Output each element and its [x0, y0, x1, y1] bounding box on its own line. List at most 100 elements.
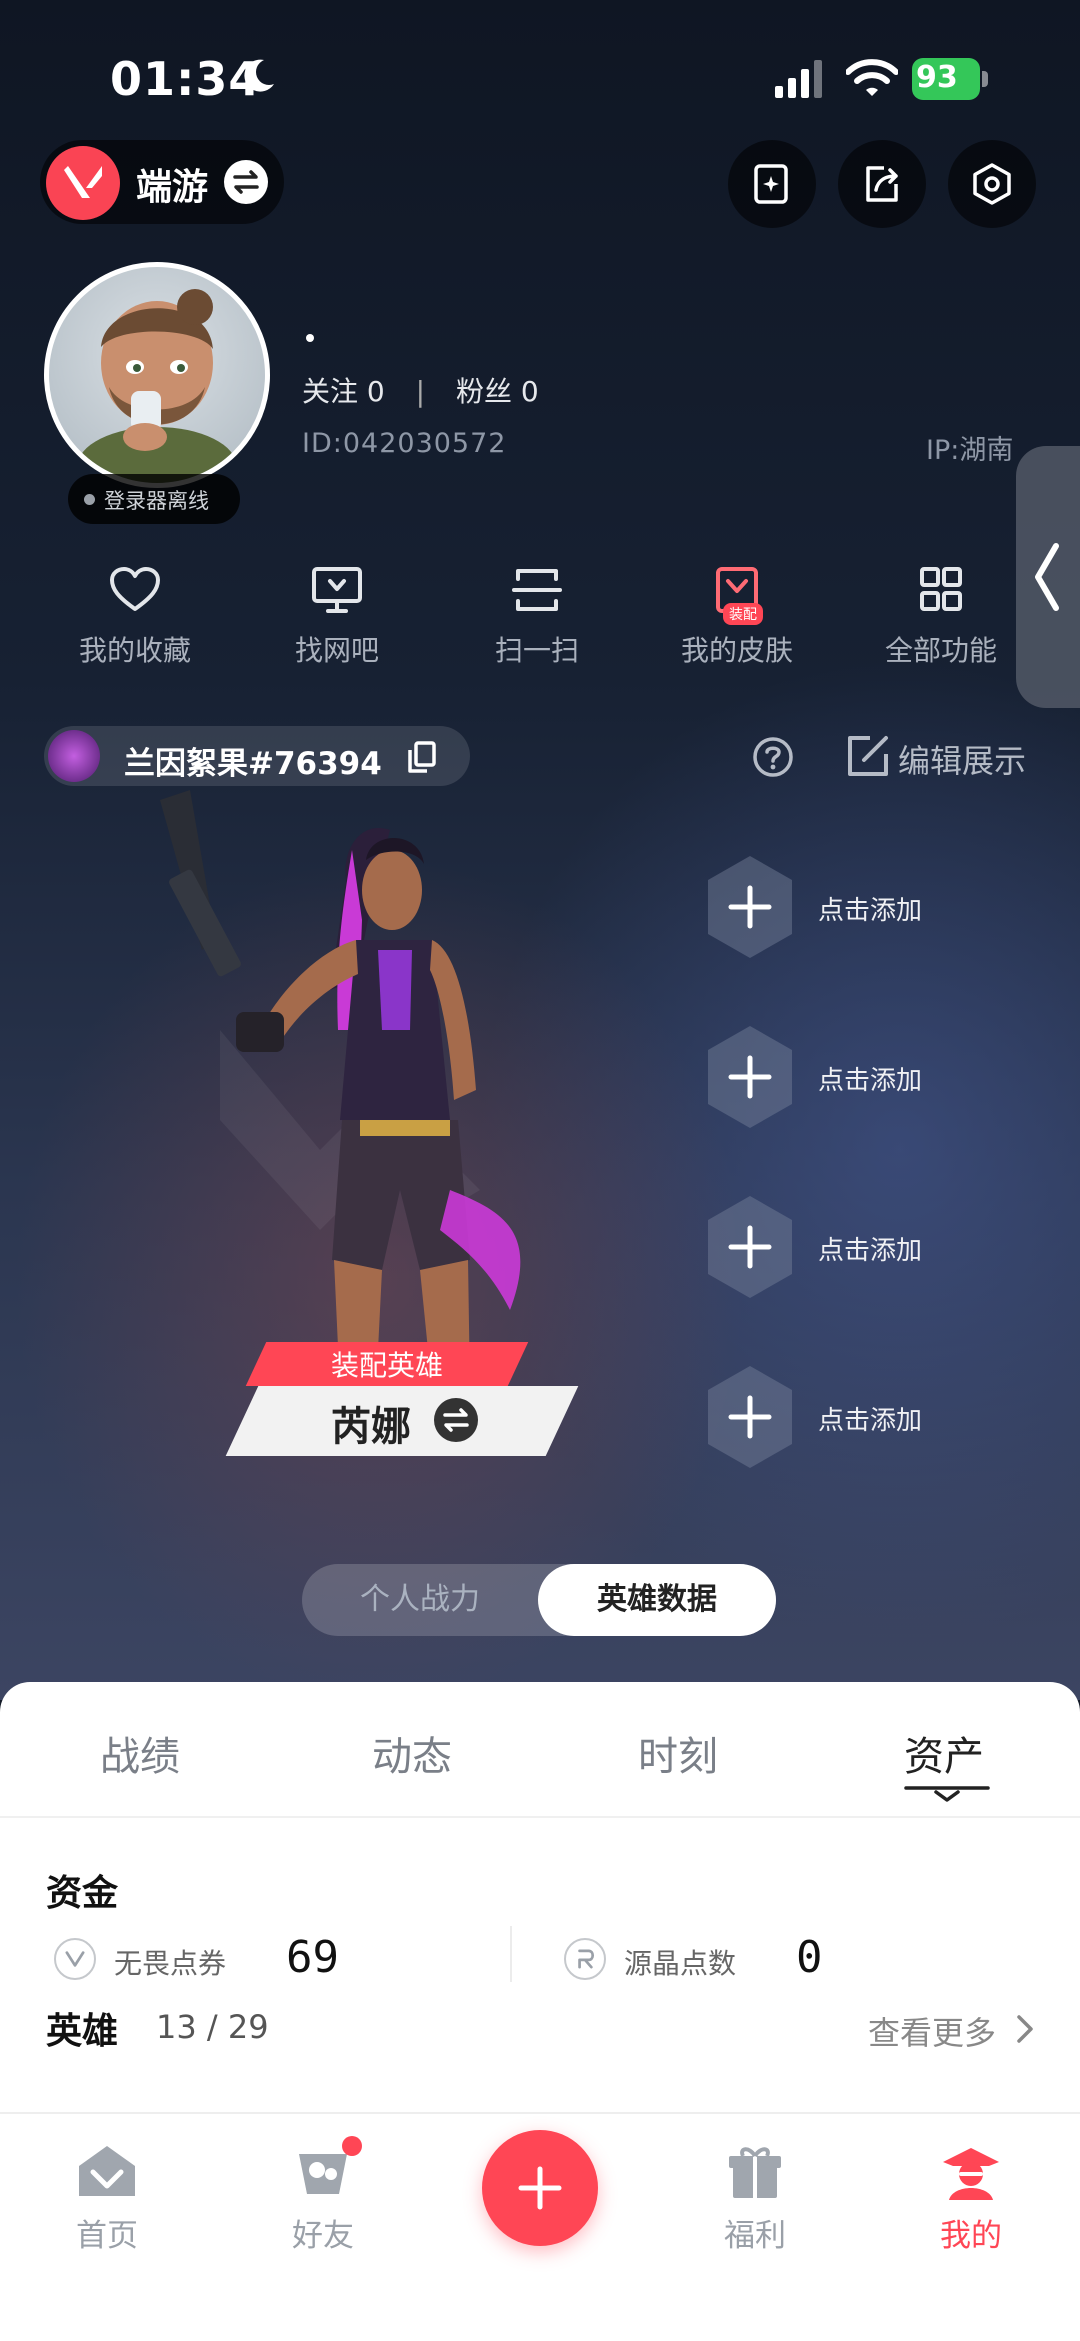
agent-profile-icon	[943, 2148, 999, 2200]
heart-icon	[110, 567, 160, 611]
grid-icon	[920, 567, 962, 611]
stats-separator: |	[415, 375, 426, 408]
add-slot[interactable]: 点击添加	[700, 1362, 960, 1472]
home-icon	[79, 2146, 135, 2196]
tab-moments[interactable]: 时刻	[588, 1724, 768, 1782]
nav-rewards[interactable]: 福利	[680, 2142, 830, 2255]
nav-label: 首页	[76, 2218, 138, 2254]
tab-assets[interactable]: 资产	[854, 1724, 1034, 1782]
follow-count[interactable]: 0	[367, 375, 385, 408]
currency-value: 69	[286, 1932, 339, 1983]
monitor-icon	[312, 567, 362, 613]
signal-icon	[775, 60, 822, 98]
hero-illustration[interactable]	[120, 790, 680, 1390]
add-slot[interactable]: 点击添加	[700, 1192, 960, 1302]
currency-label: 源晶点数	[624, 1947, 737, 1980]
edit-icon[interactable]	[846, 734, 890, 778]
scan-icon	[512, 569, 562, 611]
offline-dot	[84, 494, 95, 505]
share-icon	[866, 166, 898, 202]
nickname-dot	[306, 334, 314, 342]
player-riot-id[interactable]: 兰因絮果#76394	[44, 726, 470, 786]
nav-label: 我的	[940, 2218, 1002, 2254]
help-icon[interactable]	[752, 736, 794, 778]
segment-personal-power[interactable]: 个人战力	[302, 1564, 538, 1636]
plus-hexagon-icon	[708, 1366, 792, 1468]
plus-hexagon-icon	[708, 856, 792, 958]
currency-label: 无畏点券	[114, 1947, 227, 1980]
user-id: ID:042030572	[302, 428, 507, 459]
heroes-title: 英雄	[46, 2011, 119, 2052]
launcher-offline-badge: 登录器离线	[68, 474, 240, 524]
status-bar: 01:34 93	[0, 0, 1080, 150]
moon-icon	[244, 59, 274, 92]
see-more-link[interactable]: 查看更多	[868, 2008, 996, 2054]
nav-home[interactable]: 首页	[32, 2142, 182, 2255]
hero-name: 芮娜	[331, 1404, 411, 1450]
hero-swap-icon[interactable]	[434, 1398, 478, 1442]
add-slot-label: 点击添加	[818, 896, 923, 926]
add-slot[interactable]: 点击添加	[700, 1022, 960, 1132]
fans-label[interactable]: 粉丝	[456, 375, 512, 408]
notification-dot	[342, 2136, 362, 2156]
funds-title: 资金	[46, 1873, 119, 1914]
profile-content-panel: 战绩 动态 时刻 资产 资金 无畏点券 69 源晶点数 0 英雄 13 / 29…	[0, 1682, 1080, 2122]
follow-stats: 关注 0 | 粉丝 0	[302, 370, 539, 410]
quick-action-label: 找网吧	[294, 634, 379, 667]
quick-action-all-features[interactable]: 全部功能	[856, 565, 1026, 669]
create-post-button[interactable]	[482, 2130, 598, 2246]
currency-value: 0	[796, 1932, 823, 1983]
ip-location: IP:湖南	[926, 435, 1014, 466]
gift-icon	[729, 2147, 781, 2198]
add-slot-label: 点击添加	[818, 1406, 923, 1436]
follow-label[interactable]: 关注	[302, 375, 358, 408]
share-button[interactable]	[838, 140, 926, 228]
battery-cap	[982, 71, 988, 87]
edit-display-button[interactable]: 编辑展示	[898, 736, 1026, 782]
quick-action-label: 我的收藏	[78, 634, 191, 667]
game-name: 端游	[136, 167, 209, 208]
chevron-left-icon	[1035, 543, 1059, 611]
quick-action-internet-cafe[interactable]: 找网吧	[252, 565, 422, 669]
card-edit-button[interactable]	[728, 140, 816, 228]
quick-action-favorites[interactable]: 我的收藏	[50, 565, 220, 669]
game-switch-button[interactable]: 端游	[40, 140, 284, 224]
plus-icon	[518, 2166, 562, 2210]
add-slot[interactable]: 点击添加	[700, 852, 960, 962]
equipped-hero-tag: 装配英雄	[330, 1349, 443, 1382]
settings-button[interactable]	[948, 140, 1036, 228]
swap-icon	[224, 160, 268, 204]
player-name: 兰因絮果#76394	[124, 746, 382, 782]
quick-action-label: 全部功能	[884, 634, 997, 667]
radianite-icon	[564, 1938, 606, 1980]
quick-action-scan[interactable]: 扫一扫	[452, 565, 622, 669]
quick-action-skins[interactable]: 装配 我的皮肤	[652, 565, 822, 669]
heroes-count: 13 / 29	[156, 2008, 269, 2046]
add-slot-label: 点击添加	[818, 1236, 923, 1266]
segment-hero-data[interactable]: 英雄数据	[538, 1564, 776, 1636]
avatar-illustration	[77, 289, 237, 483]
copy-icon[interactable]	[406, 740, 438, 774]
currency-divider	[510, 1926, 512, 1982]
avatar[interactable]	[44, 262, 270, 488]
nav-friends[interactable]: 好友	[248, 2136, 398, 2255]
tab-feed[interactable]: 动态	[322, 1724, 502, 1782]
wifi-icon	[846, 59, 898, 96]
active-tab-indicator	[904, 1786, 990, 1802]
fans-count[interactable]: 0	[521, 375, 539, 408]
tab-records[interactable]: 战绩	[50, 1724, 230, 1782]
bottom-navigation: 首页 好友 福利 我的	[0, 2112, 1080, 2341]
plus-hexagon-icon	[708, 1026, 792, 1128]
plus-hexagon-icon	[708, 1196, 792, 1298]
nav-label: 好友	[292, 2218, 354, 2254]
battery-percent: 93	[916, 60, 958, 95]
stats-segment-control: 个人战力 英雄数据	[302, 1564, 776, 1636]
valorant-points-icon	[54, 1938, 96, 1980]
add-slot-label: 点击添加	[818, 1066, 923, 1096]
offline-text: 登录器离线	[104, 489, 209, 513]
equip-tag: 装配	[723, 603, 763, 625]
chevron-right-icon	[1017, 2015, 1033, 2043]
settings-hexagon-icon	[973, 163, 1011, 205]
nav-me[interactable]: 我的	[896, 2142, 1046, 2255]
tab-divider	[0, 1816, 1080, 1818]
